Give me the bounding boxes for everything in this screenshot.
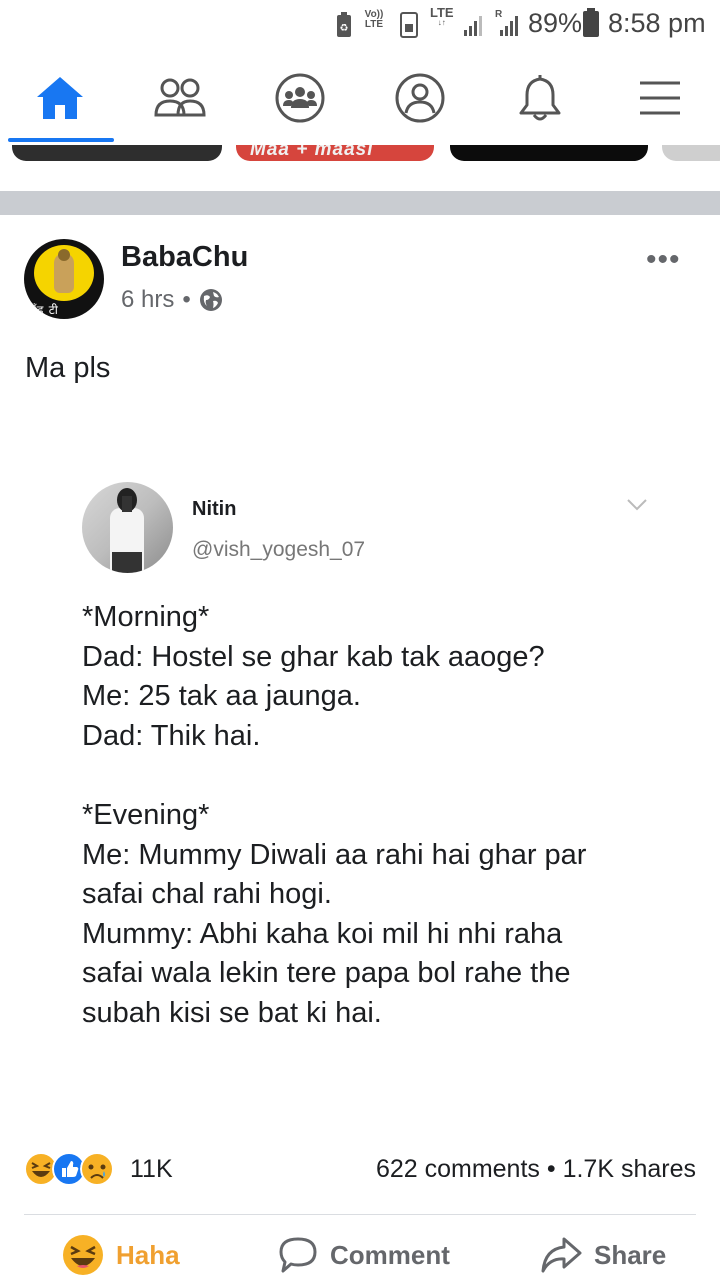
author-avatar[interactable]: बाँड टी	[24, 239, 104, 319]
bell-icon	[519, 74, 561, 120]
reaction-summary[interactable]	[24, 1152, 114, 1186]
tweet-line: Dad: Hostel se ghar kab tak aaoge?	[82, 640, 545, 673]
nav-home[interactable]	[0, 50, 120, 145]
clock: 8:58 pm	[608, 8, 706, 38]
battery-percentage: 89%	[528, 8, 583, 38]
meta-separator: •	[182, 286, 191, 313]
story-card[interactable]	[450, 145, 648, 161]
action-divider	[24, 1214, 696, 1215]
post-stats: 622 comments • 1.7K shares	[376, 1155, 696, 1184]
tweet-line: safai wala lekin tere papa bol rahe the	[82, 957, 571, 990]
tweet-author-handle: @vish_yogesh_07	[192, 538, 366, 561]
svg-text:♻: ♻	[340, 23, 349, 34]
share-button-label: Share	[594, 1239, 667, 1270]
nav-notifications[interactable]	[480, 50, 600, 145]
post-meta: 6 hrs •	[121, 286, 223, 314]
friends-icon	[154, 78, 206, 116]
reaction-button[interactable]: Haha	[62, 1230, 180, 1280]
nav-menu[interactable]	[600, 50, 720, 145]
share-count[interactable]: 1.7K shares	[563, 1155, 696, 1183]
story-card[interactable]	[12, 145, 222, 161]
lte-label: LTE	[430, 5, 454, 20]
comment-icon	[279, 1237, 317, 1273]
post-author-name[interactable]: BabaChu	[121, 241, 248, 274]
tweet-author-name: Nitin	[192, 498, 237, 520]
profile-icon	[395, 73, 445, 122]
tweet-line: subah kisi se bat ki hai.	[82, 996, 382, 1029]
haha-icon	[63, 1235, 103, 1275]
comment-button-label: Comment	[330, 1239, 450, 1270]
hamburger-menu-icon	[640, 81, 680, 114]
tweet-line: safai chal rahi hogi.	[82, 878, 332, 911]
post-caption: Ma pls	[25, 352, 111, 384]
tweet-line: Me: 25 tak aa jaunga.	[82, 680, 361, 713]
sim-icon	[400, 12, 418, 38]
status-bar: ♻ Vo)) LTE LTE ↓↑ R 89% 8:58 pm	[0, 0, 720, 50]
nav-friends[interactable]	[120, 50, 240, 145]
battery-saver-icon: ♻	[337, 12, 351, 37]
stats-separator: •	[546, 1155, 556, 1183]
nav-groups[interactable]	[240, 50, 360, 145]
volte-lte-label: LTE	[364, 19, 384, 30]
feed-divider	[0, 191, 720, 215]
share-button[interactable]: Share	[540, 1230, 666, 1280]
globe-icon	[199, 289, 222, 311]
sad-reaction-icon	[80, 1152, 114, 1186]
groups-icon	[275, 73, 325, 122]
battery-icon	[583, 8, 599, 37]
comment-count[interactable]: 622 comments	[376, 1155, 540, 1183]
post-options-button[interactable]: •••	[646, 243, 681, 277]
avatar-signature: बाँड टी	[26, 303, 59, 317]
reaction-count[interactable]: 11K	[130, 1155, 173, 1184]
tweet-text: *Morning* Dad: Hostel se ghar kab tak aa…	[82, 598, 682, 1034]
tweet-line: *Morning*	[82, 601, 210, 633]
chevron-down-icon	[627, 499, 647, 511]
reaction-button-label: Haha	[116, 1239, 180, 1270]
stories-strip[interactable]: Maa + maasi	[0, 145, 720, 163]
signal-icon	[464, 14, 482, 36]
tweet-line: Mummy: Abhi kaha koi mil hi nhi raha	[82, 917, 563, 950]
story-label: Maa + maasi	[250, 145, 374, 160]
tweet-line: Dad: Thik hai.	[82, 719, 261, 752]
share-icon	[541, 1237, 582, 1273]
signal-icon-2	[500, 14, 518, 36]
tweet-line: Me: Mummy Diwali aa rahi hai ghar par	[82, 838, 587, 871]
home-icon	[37, 76, 83, 119]
tweet-avatar	[82, 482, 173, 573]
active-tab-indicator	[8, 138, 114, 142]
comment-button[interactable]: Comment	[278, 1230, 450, 1280]
nav-profile[interactable]	[360, 50, 480, 145]
story-card[interactable]	[662, 145, 720, 161]
post-timestamp[interactable]: 6 hrs	[121, 286, 174, 314]
tweet-line: *Evening*	[82, 798, 210, 831]
top-navigation	[0, 50, 720, 145]
